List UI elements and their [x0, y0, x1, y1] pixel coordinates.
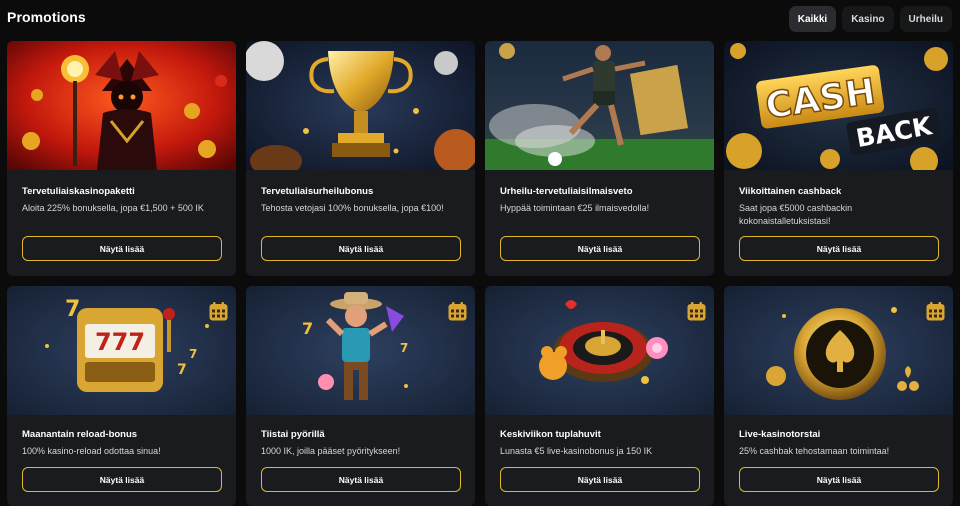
- promotion-card[interactable]: Keskiviikon tuplahuvit Lunasta €5 live-k…: [485, 286, 714, 506]
- svg-text:7: 7: [189, 347, 197, 361]
- show-more-button[interactable]: Näytä lisää: [261, 236, 461, 261]
- promo-description: 100% kasino-reload odottaa sinua!: [22, 446, 161, 456]
- promo-image: [485, 41, 714, 170]
- promo-description: 1000 IK, joilla pääset pyöritykseen!: [261, 446, 401, 456]
- promo-title: Tiistai pyörillä: [261, 429, 325, 440]
- filter-tab-casino[interactable]: Kasino: [842, 6, 894, 32]
- roulette-icon: [485, 286, 714, 415]
- filter-tabs: Kaikki Kasino Urheilu: [788, 6, 952, 32]
- page-header: Promotions Kaikki Kasino Urheilu: [0, 0, 960, 38]
- calendar-icon: [448, 302, 467, 321]
- promo-image: [7, 41, 236, 170]
- filter-tab-all[interactable]: Kaikki: [788, 6, 837, 32]
- promo-image: 777 7 7 7: [7, 286, 236, 415]
- show-more-button[interactable]: Näytä lisää: [739, 467, 939, 492]
- promo-description: 25% cashbak tehostamaan toimintaa!: [739, 446, 890, 456]
- promo-title: Live-kasinotorstai: [739, 429, 821, 440]
- promo-title: Tervetuliaiskasinopaketti: [22, 186, 135, 197]
- svg-text:7: 7: [177, 362, 187, 378]
- promotions-grid: Tervetuliaiskasinopaketti Aloita 225% bo…: [7, 41, 953, 506]
- promo-image: [246, 41, 475, 170]
- trophy-icon: [246, 41, 475, 170]
- promo-image: CASH BACK: [724, 41, 953, 170]
- promo-image: [485, 286, 714, 415]
- slot-machine-icon: 777 7 7 7: [7, 286, 236, 415]
- cowboy-icon: 7 7: [246, 286, 475, 415]
- show-more-button[interactable]: Näytä lisää: [261, 467, 461, 492]
- spade-chip-icon: [724, 286, 953, 415]
- calendar-icon: [926, 302, 945, 321]
- promo-title: Viikoittainen cashback: [739, 186, 842, 197]
- slot-777-art-text: 777: [95, 328, 145, 356]
- svg-text:7: 7: [400, 341, 408, 355]
- promotion-card[interactable]: Tervetuliaiskasinopaketti Aloita 225% bo…: [7, 41, 236, 276]
- page-title: Promotions: [7, 9, 86, 25]
- promo-image: [724, 286, 953, 415]
- show-more-button[interactable]: Näytä lisää: [500, 467, 700, 492]
- promo-description: Hyppää toimintaan €25 ilmaisvedolla!: [500, 203, 650, 213]
- promotion-card[interactable]: CASH BACK Viikoittainen cashback Saat jo…: [724, 41, 953, 276]
- promo-title: Maanantain reload-bonus: [22, 429, 138, 440]
- show-more-button[interactable]: Näytä lisää: [22, 236, 222, 261]
- promotion-card[interactable]: 777 7 7 7 Maanantain reload-bonus 100% k…: [7, 286, 236, 506]
- show-more-button[interactable]: Näytä lisää: [739, 236, 939, 261]
- joker-fire-icon: [7, 41, 236, 170]
- promo-image: 7 7: [246, 286, 475, 415]
- cashback-icon: CASH BACK: [724, 41, 953, 170]
- promo-title: Urheilu-tervetuliaisilmaisveto: [500, 186, 633, 197]
- calendar-icon: [209, 302, 228, 321]
- promotion-card[interactable]: 7 7 Tiistai pyörillä 1000 IK, joilla pää…: [246, 286, 475, 506]
- show-more-button[interactable]: Näytä lisää: [22, 467, 222, 492]
- promo-title: Tervetuliaisurheilubonus: [261, 186, 374, 197]
- promo-description: Lunasta €5 live-kasinobonus ja 150 IK: [500, 446, 653, 456]
- promotion-card[interactable]: Tervetuliaisurheilubonus Tehosta vetojas…: [246, 41, 475, 276]
- calendar-icon: [687, 302, 706, 321]
- svg-text:7: 7: [302, 319, 313, 338]
- svg-text:7: 7: [65, 297, 80, 322]
- filter-tab-sports[interactable]: Urheilu: [899, 6, 952, 32]
- promo-description: Tehosta vetojasi 100% bonuksella, jopa €…: [261, 203, 444, 213]
- promotion-card[interactable]: Urheilu-tervetuliaisilmaisveto Hyppää to…: [485, 41, 714, 276]
- promo-title: Keskiviikon tuplahuvit: [500, 429, 601, 440]
- football-player-icon: [485, 41, 714, 170]
- promotion-card[interactable]: Live-kasinotorstai 25% cashbak tehostama…: [724, 286, 953, 506]
- promo-description: Aloita 225% bonuksella, jopa €1,500 + 50…: [22, 203, 204, 213]
- promo-description: Saat jopa €5000 cashbackin kokonaistalle…: [739, 203, 853, 226]
- show-more-button[interactable]: Näytä lisää: [500, 236, 700, 261]
